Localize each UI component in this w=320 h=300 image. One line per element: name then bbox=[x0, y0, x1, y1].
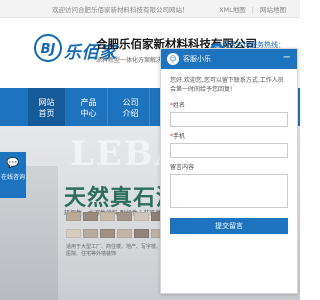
chat-bubble-icon: 💬 bbox=[6, 158, 20, 169]
phone-field[interactable] bbox=[170, 143, 288, 158]
color-swatch bbox=[83, 212, 98, 221]
color-swatch bbox=[66, 212, 81, 221]
color-swatch bbox=[117, 229, 132, 238]
nav-label: 公司介绍 bbox=[122, 98, 139, 118]
submit-message-button[interactable]: 提交留言 bbox=[170, 218, 288, 234]
color-swatch bbox=[134, 229, 149, 238]
consult-label: 在线咨询 bbox=[0, 174, 25, 181]
top-bar: 欢迎访问合肥乐佰家新材料科技有限公司网站！ XML地图 | 网站地图 bbox=[0, 0, 300, 18]
logo-icon[interactable]: BJ bbox=[34, 34, 62, 62]
color-swatch bbox=[100, 229, 115, 238]
close-icon[interactable]: − bbox=[283, 52, 291, 64]
top-links: XML地图 | 网站地图 bbox=[219, 6, 286, 14]
chat-title: 客服小乐 bbox=[183, 55, 211, 63]
nav-item-home[interactable]: 网站首页 bbox=[28, 88, 66, 126]
phone-label: *手机 bbox=[170, 133, 186, 140]
nav-item-products[interactable]: 产品中心 bbox=[70, 88, 108, 126]
phone-label-text: 手机 bbox=[173, 133, 186, 140]
name-label-text: 姓名 bbox=[173, 102, 186, 109]
welcome-text: 欢迎访问合肥乐佰家新材料科技有限公司网站！ bbox=[52, 6, 189, 14]
name-label: *姓名 bbox=[170, 102, 186, 109]
chat-widget: ☺ 客服小乐 − 您好,欢迎您,您可以留下联系方式,工作人员会第一时间给予您回复… bbox=[160, 48, 298, 294]
nav-label: 网站首页 bbox=[38, 98, 55, 118]
color-swatch bbox=[100, 212, 115, 221]
color-swatch bbox=[66, 229, 81, 238]
color-swatch bbox=[134, 212, 149, 221]
xml-map-link[interactable]: XML地图 bbox=[219, 6, 246, 14]
nav-label: 产品中心 bbox=[80, 98, 97, 118]
logo-mark-text: BJ bbox=[41, 42, 56, 57]
color-swatch bbox=[117, 212, 132, 221]
chat-greeting: 您好,欢迎您,您可以留下联系方式,工作人员会第一时间给予您回复! bbox=[170, 77, 284, 93]
name-field[interactable] bbox=[170, 112, 288, 127]
nav-item-about[interactable]: 公司介绍 bbox=[112, 88, 150, 126]
message-label: 留言内容 bbox=[170, 164, 195, 171]
online-consult-button[interactable]: 💬 在线咨询 bbox=[0, 152, 26, 198]
site-map-link[interactable]: 网站地图 bbox=[260, 6, 286, 14]
agent-avatar-icon: ☺ bbox=[167, 53, 179, 65]
message-field[interactable] bbox=[170, 174, 288, 208]
chat-header: ☺ 客服小乐 − bbox=[161, 49, 297, 69]
color-swatch bbox=[83, 229, 98, 238]
